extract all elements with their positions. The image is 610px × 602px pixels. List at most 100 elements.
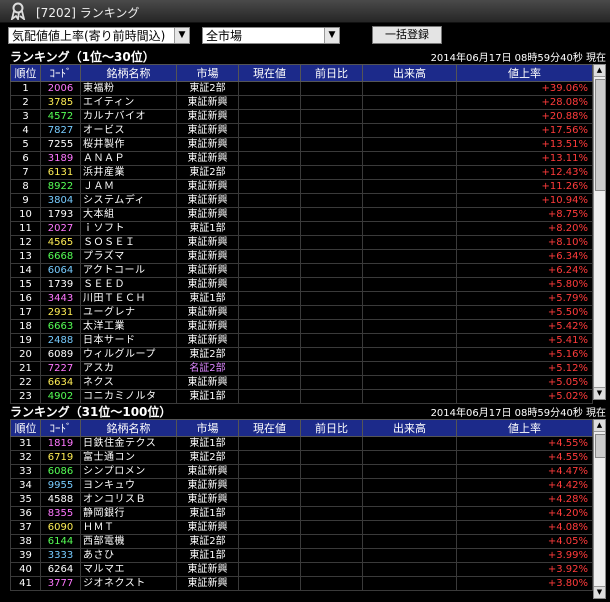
volume-cell — [362, 291, 457, 306]
column-header[interactable]: ｺｰﾄﾞ — [40, 64, 81, 82]
rank-cell: 32 — [10, 450, 41, 465]
table-row[interactable]: 32 6719 富士通コン 東証2部 +4.55% — [10, 450, 593, 465]
market-cell: 東証2部 — [176, 450, 239, 465]
table-row[interactable]: 9 3804 システムディ 東証新興 +10.94% — [10, 193, 593, 208]
price-cell — [238, 375, 301, 390]
column-header[interactable]: 値上率 — [456, 64, 593, 82]
ranking-type-select[interactable]: 気配値値上率(寄り前時間込) ▼ — [8, 27, 190, 44]
code-cell: 2006 — [40, 81, 81, 96]
change-cell — [300, 305, 363, 320]
table-row[interactable]: 33 6086 シンプロメン 東証新興 +4.47% — [10, 464, 593, 479]
market-cell: 東証新興 — [176, 207, 239, 222]
table-row[interactable]: 6 3189 ＡＮＡＰ 東証新興 +13.11% — [10, 151, 593, 166]
table-row[interactable]: 18 6663 太洋工業 東証新興 +5.42% — [10, 319, 593, 334]
rank-cell: 13 — [10, 249, 41, 264]
table-row[interactable]: 37 6090 ＨＭＴ 東証新興 +4.08% — [10, 520, 593, 535]
rank-cell: 2 — [10, 95, 41, 110]
scroll-up-icon[interactable]: ▲ — [594, 420, 605, 432]
table-row[interactable]: 34 9955 ヨンキュウ 東証新興 +4.42% — [10, 478, 593, 493]
scroll-thumb[interactable] — [595, 79, 606, 191]
table-row[interactable]: 41 3777 ジオネクスト 東証新興 +3.80% — [10, 576, 593, 591]
column-header[interactable]: 現在値 — [238, 64, 301, 82]
column-header[interactable]: 順位 — [10, 419, 41, 437]
table-row[interactable]: 14 6064 アクトコール 東証新興 +6.24% — [10, 263, 593, 278]
table-row[interactable]: 19 2488 日本サード 東証新興 +5.41% — [10, 333, 593, 348]
code-cell: 9955 — [40, 478, 81, 493]
scroll-down-icon[interactable]: ▼ — [594, 586, 605, 598]
column-header[interactable]: 現在値 — [238, 419, 301, 437]
scroll-thumb[interactable] — [595, 434, 606, 458]
change-cell — [300, 375, 363, 390]
scroll-up-icon[interactable]: ▲ — [594, 65, 605, 77]
column-header[interactable]: 銘柄名称 — [80, 64, 177, 82]
name-cell: プラズマ — [80, 249, 177, 264]
volume-cell — [362, 319, 457, 334]
table-row[interactable]: 15 1739 ＳＥＥＤ 東証新興 +5.80% — [10, 277, 593, 292]
table-row[interactable]: 36 8355 静岡銀行 東証1部 +4.20% — [10, 506, 593, 521]
table-row[interactable]: 4 7827 オービス 東証新興 +17.56% — [10, 123, 593, 138]
scroll-down-icon[interactable]: ▼ — [594, 387, 605, 399]
change-cell — [300, 361, 363, 376]
table-row[interactable]: 10 1793 大本組 東証新興 +8.75% — [10, 207, 593, 222]
table-row[interactable]: 39 3333 あさひ 東証1部 +3.99% — [10, 548, 593, 563]
table-row[interactable]: 7 6131 浜井産業 東証2部 +12.43% — [10, 165, 593, 180]
pct-cell: +5.80% — [456, 277, 593, 292]
volume-cell — [362, 347, 457, 362]
table-header: 順位 ｺｰﾄﾞ 銘柄名称 市場 現在値 前日比 出来高 値上率 — [10, 64, 593, 82]
code-cell: 7255 — [40, 137, 81, 152]
column-header[interactable]: 前日比 — [300, 64, 363, 82]
ranking-table-bottom: 順位 ｺｰﾄﾞ 銘柄名称 市場 現在値 前日比 出来高 値上率 31 1819 日鉄住金テクス 東証1… — [10, 419, 593, 591]
table-row[interactable]: 3 4572 カルナバイオ 東証新興 +20.88% — [10, 109, 593, 124]
change-cell — [300, 436, 363, 451]
code-cell: 6634 — [40, 375, 81, 390]
scrollbar-top[interactable]: ▲ ▼ — [593, 64, 606, 400]
table-row[interactable]: 5 7255 桜井製作 東証新興 +13.51% — [10, 137, 593, 152]
change-cell — [300, 165, 363, 180]
column-header[interactable]: 順位 — [10, 64, 41, 82]
name-cell: ヨンキュウ — [80, 478, 177, 493]
title-bar: [7202] ランキング — [0, 0, 610, 23]
pct-cell: +12.43% — [456, 165, 593, 180]
table-row[interactable]: 12 4565 ＳＯＳＥＩ 東証新興 +8.10% — [10, 235, 593, 250]
table-row[interactable]: 31 1819 日鉄住金テクス 東証1部 +4.55% — [10, 436, 593, 451]
bulk-register-button[interactable]: 一括登録 — [372, 26, 442, 44]
table-row[interactable]: 38 6144 西部電機 東証2部 +4.05% — [10, 534, 593, 549]
column-header[interactable]: ｺｰﾄﾞ — [40, 419, 81, 437]
table-row[interactable]: 16 3443 川田ＴＥＣＨ 東証1部 +5.79% — [10, 291, 593, 306]
volume-cell — [362, 520, 457, 535]
table-row[interactable]: 40 6264 マルマエ 東証新興 +3.92% — [10, 562, 593, 577]
market-select[interactable]: 全市場 ▼ — [202, 27, 340, 44]
scrollbar-bottom[interactable]: ▲ ▼ — [593, 419, 606, 599]
table-row[interactable]: 8 8922 ＪＡＭ 東証新興 +11.26% — [10, 179, 593, 194]
table-row[interactable]: 11 2027 ｉソフト 東証1部 +8.20% — [10, 221, 593, 236]
column-header[interactable]: 値上率 — [456, 419, 593, 437]
column-header[interactable]: 出来高 — [362, 64, 457, 82]
price-cell — [238, 492, 301, 507]
column-header[interactable]: 前日比 — [300, 419, 363, 437]
code-cell: 6086 — [40, 464, 81, 479]
chevron-down-icon[interactable]: ▼ — [324, 28, 339, 43]
market-cell: 東証新興 — [176, 179, 239, 194]
code-cell: 2027 — [40, 221, 81, 236]
table-row[interactable]: 17 2931 ユーグレナ 東証新興 +5.50% — [10, 305, 593, 320]
table-row[interactable]: 21 7227 アスカ 名証2部 +5.12% — [10, 361, 593, 376]
table-row[interactable]: 23 4902 コニカミノルタ 東証1部 +5.02% — [10, 389, 593, 404]
market-cell: 東証1部 — [176, 291, 239, 306]
table-row[interactable]: 22 6634 ネクス 東証新興 +5.05% — [10, 375, 593, 390]
market-cell: 東証新興 — [176, 319, 239, 334]
column-header[interactable]: 出来高 — [362, 419, 457, 437]
table-row[interactable]: 20 6089 ウィルグループ 東証2部 +5.16% — [10, 347, 593, 362]
market-cell: 東証1部 — [176, 389, 239, 404]
column-header[interactable]: 銘柄名称 — [80, 419, 177, 437]
market-cell: 東証新興 — [176, 492, 239, 507]
chevron-down-icon[interactable]: ▼ — [174, 28, 189, 43]
section2-timestamp: 2014年06月17日 08時59分40秒 現在 — [430, 408, 606, 419]
column-header[interactable]: 市場 — [176, 64, 239, 82]
column-header[interactable]: 市場 — [176, 419, 239, 437]
table-row[interactable]: 2 3785 エイティン 東証新興 +28.08% — [10, 95, 593, 110]
name-cell: ＳＥＥＤ — [80, 277, 177, 292]
table-row[interactable]: 35 4588 オンコリスＢ 東証新興 +4.28% — [10, 492, 593, 507]
table-row[interactable]: 13 6668 プラズマ 東証新興 +6.34% — [10, 249, 593, 264]
price-cell — [238, 151, 301, 166]
table-row[interactable]: 1 2006 東福粉 東証2部 +39.06% — [10, 81, 593, 96]
